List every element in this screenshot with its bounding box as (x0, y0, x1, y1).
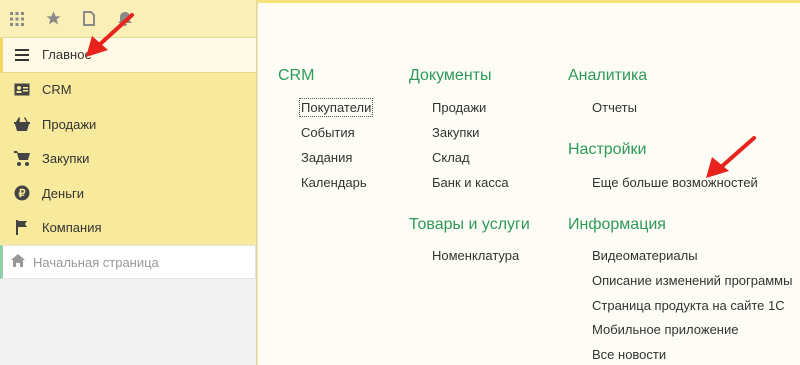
link-changelog[interactable]: Описание изменений программы (592, 273, 792, 288)
link-customers[interactable]: Покупатели (298, 98, 374, 117)
link-tasks[interactable]: Задания (301, 150, 352, 165)
section-title-info: Информация (568, 216, 666, 233)
sidebar-item-label: Продажи (42, 116, 97, 132)
sidebar-item-label: CRM (42, 82, 72, 98)
section-nav: Главное CRM Продажи Закупки ₽ Деньги Ком… (0, 38, 256, 245)
sidebar-item-label: Компания (42, 220, 102, 236)
star-icon[interactable] (44, 10, 62, 28)
sidebar-item-crm[interactable]: CRM (0, 73, 256, 108)
link-mobile-app[interactable]: Мобильное приложение (592, 322, 738, 337)
sidebar-item-label: Закупки (42, 151, 90, 167)
tab-start-page[interactable]: Начальная страница (0, 245, 256, 279)
link-calendar[interactable]: Календарь (301, 175, 367, 190)
link-bank-cash[interactable]: Банк и касса (432, 175, 509, 190)
section-title-settings: Настройки (568, 141, 647, 158)
sidebar-item-sales[interactable]: Продажи (0, 107, 256, 142)
link-purchases[interactable]: Закупки (432, 125, 479, 140)
sidebar-item-company[interactable]: Компания (0, 211, 256, 246)
section-title-crm: CRM (278, 67, 315, 84)
section-title-documents: Документы (409, 67, 492, 84)
red-arrow-icon (706, 136, 756, 178)
menu-lines-icon (14, 47, 30, 63)
link-videos[interactable]: Видеоматериалы (592, 248, 698, 263)
red-arrow-icon (86, 13, 134, 57)
sidebar-item-label: Деньги (42, 185, 84, 201)
start-page-label: Начальная страница (33, 254, 159, 270)
link-sales[interactable]: Продажи (432, 100, 486, 115)
sidebar-item-money[interactable]: ₽ Деньги (0, 176, 256, 211)
link-nomenclature[interactable]: Номенклатура (432, 248, 519, 263)
home-icon (11, 254, 25, 270)
apps-grid-icon[interactable] (8, 10, 26, 28)
link-product-page[interactable]: Страница продукта на сайте 1С (592, 298, 785, 313)
basket-icon (14, 116, 30, 132)
link-all-news[interactable]: Все новости (592, 347, 666, 362)
flag-icon (14, 220, 30, 236)
sidebar-item-purchases[interactable]: Закупки (0, 142, 256, 177)
cart-icon (14, 151, 30, 167)
ruble-coin-icon: ₽ (14, 185, 30, 201)
link-warehouse[interactable]: Склад (432, 150, 470, 165)
section-title-analytics: Аналитика (568, 67, 648, 84)
section-title-goods: Товары и услуги (409, 216, 530, 233)
svg-text:₽: ₽ (19, 188, 26, 200)
link-events[interactable]: События (301, 125, 355, 140)
link-reports[interactable]: Отчеты (592, 100, 637, 115)
contact-card-icon (14, 82, 30, 98)
